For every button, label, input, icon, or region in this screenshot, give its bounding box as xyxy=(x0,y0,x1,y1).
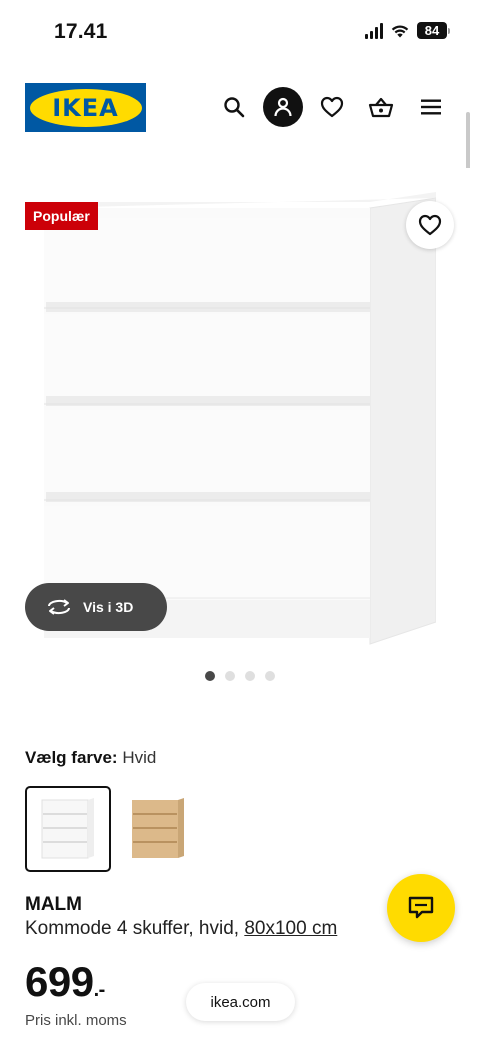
basket-icon xyxy=(368,97,394,118)
chat-button[interactable] xyxy=(387,874,455,942)
search-button[interactable] xyxy=(214,87,254,127)
color-selector-label: Vælg farve: Hvid xyxy=(25,748,156,768)
status-time: 17.41 xyxy=(54,20,108,43)
product-name: MALM xyxy=(25,894,82,915)
chat-icon xyxy=(408,896,434,919)
battery-level: 84 xyxy=(417,22,447,39)
product-price: 699.- xyxy=(25,958,105,1006)
dresser-image xyxy=(44,192,436,645)
product-description: Kommode 4 skuffer, hvid, 80x100 cm xyxy=(25,918,337,940)
oak-dresser-thumbnail xyxy=(132,798,184,858)
heart-icon xyxy=(418,214,442,236)
rotate-3d-icon xyxy=(48,599,70,615)
selected-color: Hvid xyxy=(122,748,157,767)
product-size-link[interactable]: 80x100 cm xyxy=(244,918,337,939)
site-header: IKEA xyxy=(0,80,480,134)
color-option-oak[interactable] xyxy=(115,786,201,872)
white-dresser-thumbnail xyxy=(41,798,94,859)
view-in-3d-button[interactable]: Vis i 3D xyxy=(25,583,167,631)
carousel-dot-3[interactable] xyxy=(245,671,255,681)
product-description-text: Kommode 4 skuffer, hvid, xyxy=(25,918,240,939)
status-icons: 84 xyxy=(365,22,450,39)
popular-badge: Populær xyxy=(25,202,98,230)
add-to-favourites-button[interactable] xyxy=(406,201,454,249)
view-in-3d-label: Vis i 3D xyxy=(83,599,134,615)
menu-icon xyxy=(421,99,441,115)
browser-url-bar[interactable]: ikea.com xyxy=(186,983,295,1021)
product-image-carousel[interactable] xyxy=(0,168,480,648)
shopping-bag-button[interactable] xyxy=(361,87,401,127)
status-bar: 17.41 84 xyxy=(0,0,480,62)
search-icon xyxy=(224,97,245,118)
price-suffix: .- xyxy=(93,979,106,1001)
favourites-button[interactable] xyxy=(312,87,352,127)
price-amount: 699 xyxy=(25,958,94,1005)
menu-button[interactable] xyxy=(411,87,451,127)
carousel-indicators xyxy=(205,671,275,681)
color-option-white[interactable] xyxy=(25,786,111,872)
heart-icon xyxy=(320,96,344,118)
ikea-logo[interactable]: IKEA xyxy=(25,83,146,132)
carousel-dot-2[interactable] xyxy=(225,671,235,681)
carousel-dot-1[interactable] xyxy=(205,671,215,681)
color-label-title: Vælg farve: xyxy=(25,748,118,767)
carousel-dot-4[interactable] xyxy=(265,671,275,681)
profile-icon xyxy=(274,97,292,117)
battery-icon: 84 xyxy=(417,22,450,39)
cellular-signal-icon xyxy=(365,22,383,39)
price-note: Pris inkl. moms xyxy=(25,1012,127,1029)
logo-text: IKEA xyxy=(29,88,142,127)
profile-button[interactable] xyxy=(263,87,303,127)
wifi-icon xyxy=(391,25,409,37)
